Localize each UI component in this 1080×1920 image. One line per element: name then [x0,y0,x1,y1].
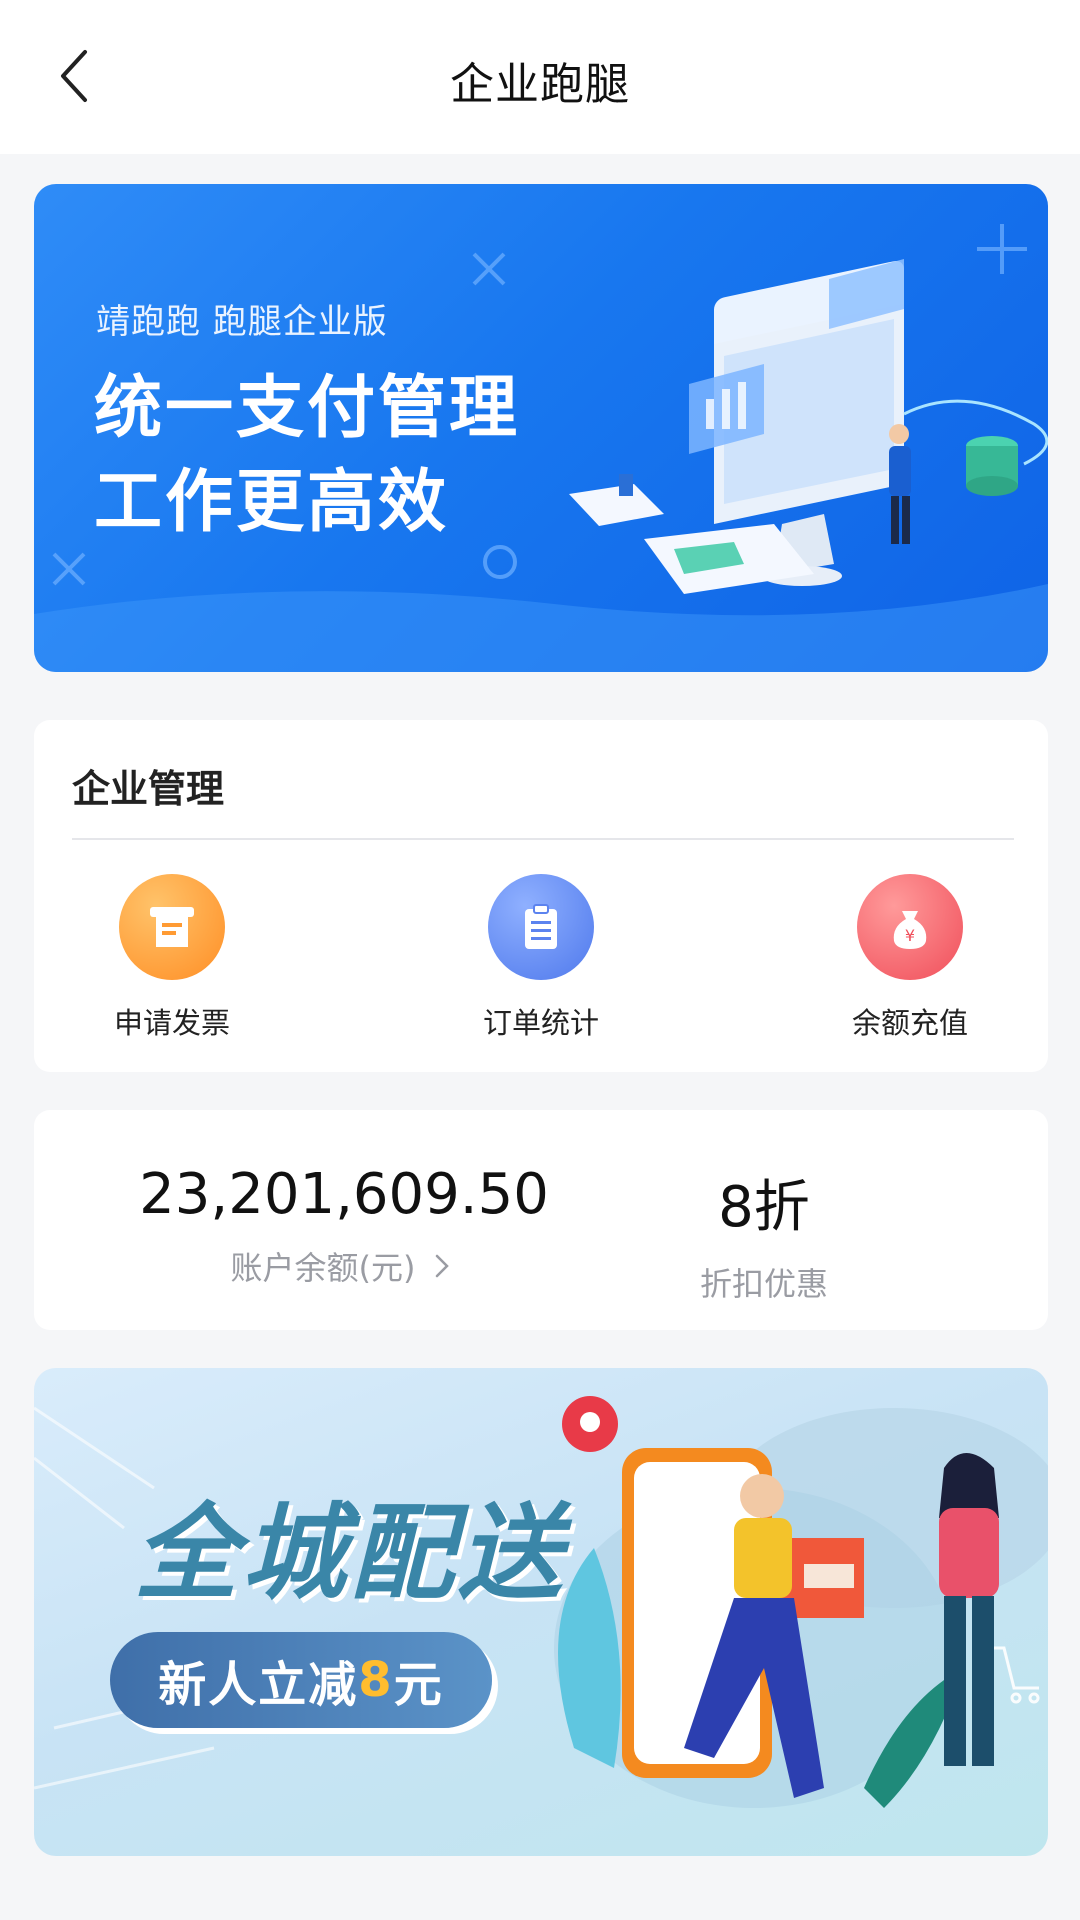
divider [72,838,1014,840]
apply-invoice-button[interactable]: 申请发票 [72,874,272,1042]
feature-label: 余额充值 [851,1006,968,1040]
enterprise-banner[interactable]: 靖跑跑 跑腿企业版 统一支付管理 工作更高效 [34,184,1048,672]
discount-label: 折扣优惠 [699,1265,828,1303]
banner-headline-2: 工作更高效 [94,463,450,542]
management-title: 企业管理 [72,767,225,811]
invoice-icon [119,874,225,980]
account-balance[interactable]: 23,201,609.50 账户余额(元) [134,1162,554,1289]
promo-headline: 全城配送 [134,1492,567,1614]
promo-pill-suffix: 元 [393,1657,444,1713]
top-bar: 企业跑腿 [0,0,1080,154]
management-card: 企业管理 申请发票 订单统计 ¥ 余额充值 [34,720,1048,1072]
order-statistics-button[interactable]: 订单统计 [441,874,641,1042]
feature-label: 申请发票 [113,1006,230,1040]
promo-pill: 新人立减 8 元 [110,1632,492,1728]
balance-label-row: 账户余额(元) [134,1243,554,1289]
chevron-right-icon [436,1254,450,1278]
svg-text:¥: ¥ [905,926,915,945]
page-title: 企业跑腿 [450,59,630,110]
balance-value: 23,201,609.50 [139,1162,549,1227]
feature-label: 订单统计 [482,1006,599,1040]
discount-value: 8折 [718,1175,810,1240]
balance-recharge-button[interactable]: ¥ 余额充值 [810,874,1010,1042]
delivery-promo-banner[interactable]: 全城配送 新人立减 8 元 [34,1368,1048,1856]
money-bag-icon: ¥ [857,874,963,980]
discount-info: 8折 折扣优惠 [654,1162,874,1305]
clipboard-icon [488,874,594,980]
promo-pill-amount: 8 [358,1652,394,1708]
account-stats-card: 23,201,609.50 账户余额(元) 8折 折扣优惠 [34,1110,1048,1330]
balance-label: 账户余额(元) [230,1249,416,1287]
banner-headline-1: 统一支付管理 [94,369,521,448]
promo-pill-prefix: 新人立减 [158,1657,359,1713]
banner-subtitle: 靖跑跑 跑腿企业版 [96,302,388,342]
